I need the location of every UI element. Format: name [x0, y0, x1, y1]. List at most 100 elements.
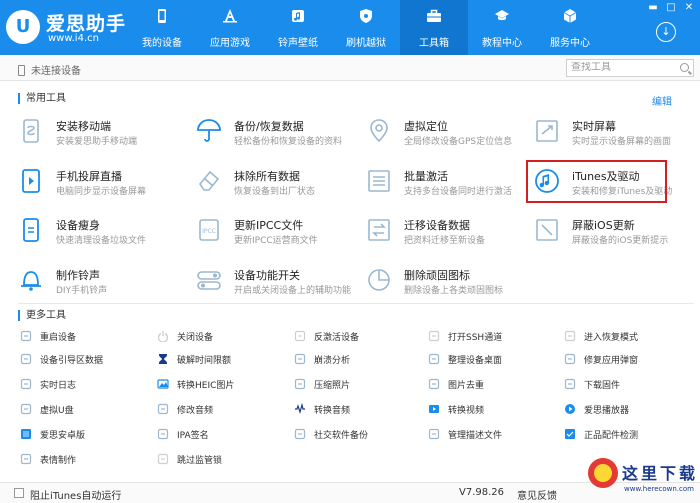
more-tool-label: 设备引导区数据	[40, 356, 104, 366]
more-tool-label: 破解时间限额	[177, 356, 232, 366]
tool-desc: 支持多台设备同时进行激活	[404, 187, 513, 197]
more-tool-item[interactable]: 进入恢复模式	[564, 328, 700, 346]
more-tool-item[interactable]: 修改音频	[157, 401, 297, 419]
more-tool-item[interactable]: 转换音频	[294, 401, 434, 419]
umbrella-icon	[196, 118, 222, 144]
tool-name: 更新IPCC文件	[234, 219, 304, 232]
nav-tab-label: 服务中心	[550, 38, 590, 49]
more-tool-item[interactable]: 压缩照片	[294, 376, 434, 394]
tool-name: 抹除所有数据	[234, 170, 300, 183]
more-tool-item[interactable]: 破解时间限额	[157, 351, 297, 369]
main-nav: 我的设备 应用游戏 铃声壁纸 刷机越狱 工具箱 教程中心 服务中心	[128, 0, 604, 55]
search-icon[interactable]	[680, 63, 689, 72]
tool-desc: 电脑同步显示设备屏幕	[56, 187, 147, 197]
more-tool-item[interactable]: 图片去重	[428, 376, 568, 394]
more-tool-item[interactable]: 正品配件检测	[564, 426, 700, 444]
tool-item[interactable]: 安装移动端 安装爱思助手移动端	[18, 114, 188, 154]
more-tool-item[interactable]: 转换HEIC图片	[157, 376, 297, 394]
more-tool-label: 转换HEIC图片	[177, 381, 235, 391]
more-tool-item[interactable]: 关闭设备	[157, 328, 297, 346]
tool-item[interactable]: 批量激活支持多台设备同时进行激活	[366, 164, 536, 204]
more-tool-label: 反激活设备	[314, 333, 360, 343]
block-itunes-checkbox[interactable]	[14, 488, 24, 498]
more-tool-item[interactable]: 社交软件备份	[294, 426, 434, 444]
more-tool-label: 爱思播放器	[584, 406, 630, 416]
tool-item[interactable]: 制作铃声 DIY手机铃声	[18, 263, 188, 303]
nav-tab-6[interactable]: 服务中心	[536, 0, 604, 55]
app-url: www.i4.cn	[48, 33, 99, 44]
more-tool-item[interactable]: 打开SSH通道	[428, 328, 568, 346]
tool-desc: 实时显示设备屏幕的画面	[572, 137, 672, 147]
more-tool-label: 转换音频	[314, 406, 351, 416]
tool-item[interactable]: 屏蔽iOS更新 屏蔽设备的iOS更新提示	[534, 213, 700, 253]
crash-analysis-icon	[294, 353, 306, 365]
tool-name: 安装移动端	[56, 120, 111, 133]
more-tool-item[interactable]: 重启设备	[20, 328, 160, 346]
toggle-icon	[196, 267, 222, 293]
more-tool-item[interactable]: 反激活设备	[294, 328, 434, 346]
nav-tab-3[interactable]: 刷机越狱	[332, 0, 400, 55]
feedback-link[interactable]: 意见反馈	[517, 487, 557, 502]
more-tool-label: 压缩照片	[314, 381, 351, 391]
player-icon	[564, 403, 576, 415]
tool-item[interactable]: 实时屏幕 实时显示设备屏幕的画面	[534, 114, 700, 154]
more-tool-item[interactable]: 爱思播放器	[564, 401, 700, 419]
more-tool-item[interactable]: 崩溃分析	[294, 351, 434, 369]
edit-link[interactable]: 编辑	[652, 93, 672, 108]
tool-item[interactable]: IPCC 更新IPCC文件 更新IPCC运营商文件	[196, 213, 366, 253]
android-icon	[20, 428, 32, 440]
tool-item[interactable]: 抹除所有数据 恢复设备到出厂状态	[196, 164, 366, 204]
version-label: V7.98.26	[459, 487, 505, 498]
heic-icon	[157, 378, 169, 390]
dedupe-icon	[428, 378, 440, 390]
maximize-button[interactable]: □	[664, 2, 678, 14]
tool-item[interactable]: 迁移设备数据 把资料迁移至新设备	[366, 213, 536, 253]
window-controls: ▬ □ ✕	[646, 2, 696, 14]
more-tool-label: 表情制作	[40, 456, 77, 466]
more-tool-item[interactable]: 整理设备桌面	[428, 351, 568, 369]
download-manager-button[interactable]: ↓	[656, 22, 676, 42]
watermark-logo-icon	[588, 458, 618, 488]
more-tool-item[interactable]: 下载固件	[564, 376, 700, 394]
more-tool-item[interactable]: 爱思安卓版	[20, 426, 160, 444]
tool-name: 删除顽固图标	[404, 269, 470, 282]
tool-item[interactable]: 删除顽固图标 删除设备上各类顽固图标	[366, 263, 536, 303]
more-tool-label: 重启设备	[40, 333, 77, 343]
edit-audio-icon	[157, 403, 169, 415]
minimize-button[interactable]: ▬	[646, 2, 660, 14]
device-status: 未连接设备	[18, 62, 81, 77]
tool-item[interactable]: 虚拟定位 全局修改设备GPS定位信息	[366, 114, 536, 154]
accessory-check-icon	[564, 428, 576, 440]
tool-desc: 把资料迁移至新设备	[404, 236, 486, 246]
phone-icon	[18, 65, 25, 76]
nav-tab-2[interactable]: 铃声壁纸	[264, 0, 332, 55]
device-status-text: 未连接设备	[31, 66, 81, 77]
more-tool-label: 跳过监管锁	[177, 456, 223, 466]
more-tool-item[interactable]: 表情制作	[20, 451, 160, 469]
tool-item[interactable]: 备份/恢复数据 轻松备份和恢复设备的资料	[196, 114, 366, 154]
close-button[interactable]: ✕	[682, 2, 696, 14]
ipa-sign-icon	[157, 428, 169, 440]
tool-item[interactable]: 设备功能开关 开启或关闭设备上的辅助功能	[196, 263, 366, 303]
nav-tab-5[interactable]: 教程中心	[468, 0, 536, 55]
block-itunes-label: 阻止iTunes自动运行	[30, 491, 122, 502]
deactivate-icon	[294, 330, 306, 342]
more-tool-item[interactable]: 虚拟U盘	[20, 401, 160, 419]
more-tool-item[interactable]: 设备引导区数据	[20, 351, 160, 369]
nav-tab-4[interactable]: 工具箱	[400, 0, 468, 55]
nav-tab-0[interactable]: 我的设备	[128, 0, 196, 55]
profile-icon	[428, 428, 440, 440]
nav-tab-1[interactable]: 应用游戏	[196, 0, 264, 55]
more-tool-item[interactable]: IPA签名	[157, 426, 297, 444]
firmware-icon	[564, 378, 576, 390]
more-tool-item[interactable]: 转换视频	[428, 401, 568, 419]
device-bar: 未连接设备	[0, 55, 700, 81]
more-tool-item[interactable]: 管理描述文件	[428, 426, 568, 444]
more-tool-item[interactable]: 实时日志	[20, 376, 160, 394]
tool-name: 批量激活	[404, 170, 448, 183]
more-tool-item[interactable]: 修复应用弹窗	[564, 351, 700, 369]
tool-item[interactable]: 设备瘦身 快速清理设备垃圾文件	[18, 213, 188, 253]
search-input[interactable]	[571, 62, 677, 73]
more-tool-item[interactable]: 跳过监管锁	[157, 451, 297, 469]
tool-item[interactable]: 手机投屏直播 电脑同步显示设备屏幕	[18, 164, 188, 204]
